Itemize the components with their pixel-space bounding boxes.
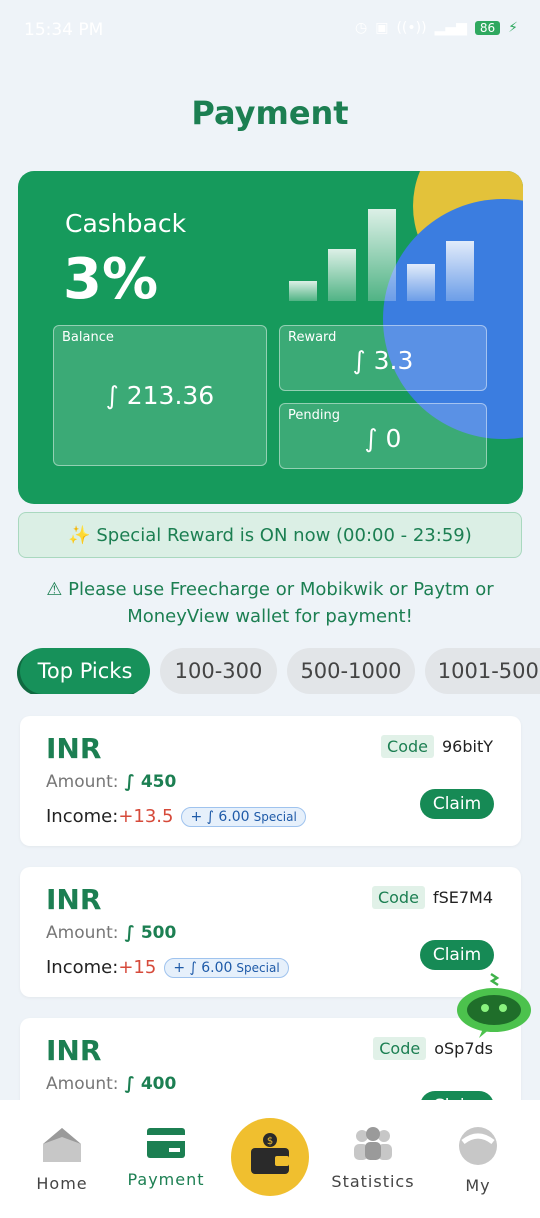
tab-100-300[interactable]: 100-300 (160, 648, 277, 694)
cashback-value: 3% (63, 247, 159, 312)
order-amount: Amount: ∫ 500 (46, 923, 177, 943)
order-income: Income: +13.5 + ∫ 6.00 Special (46, 806, 306, 827)
status-bar: 15:34 PM ◷ ▣ ((•)) ▂▄▆ 86 ⚡ (0, 0, 540, 62)
reward-tile: Reward ∫ 3.3 (279, 325, 487, 391)
tab-top-picks[interactable]: Top Picks (20, 648, 150, 694)
order-amount: Amount: ∫ 400 (46, 1074, 177, 1094)
order-income: Income: +15 + ∫ 6.00 Special (46, 957, 289, 978)
charging-icon: ⚡ (508, 20, 518, 36)
special-reward-banner: ✨ Special Reward is ON now (00:00 - 23:5… (18, 512, 522, 558)
battery-icon: 86 (474, 21, 501, 35)
profile-icon (459, 1127, 497, 1165)
nav-home[interactable]: Home (17, 1126, 107, 1193)
cashback-card: Cashback 3% Balance ∫ 213.36 Reward ∫ 3.… (18, 171, 523, 504)
order-currency: INR (46, 1034, 102, 1067)
bar-graphic-bar (368, 209, 396, 301)
balance-label: Balance (62, 330, 114, 345)
order-currency: INR (46, 883, 102, 916)
bar-graphic-icon (289, 209, 479, 301)
status-time: 15:34 PM (24, 20, 104, 40)
special-badge: + ∫ 6.00 Special (164, 957, 289, 978)
wallet-action-button[interactable]: $ (231, 1118, 309, 1196)
order-card: INR Amount: ∫ 450 Income: +13.5 + ∫ 6.00 Sp… (20, 716, 521, 846)
bar-graphic-bar (289, 281, 317, 301)
bar-graphic-bar (446, 241, 474, 301)
special-badge: + ∫ 6.00 Special (181, 806, 306, 827)
bar-graphic-bar (328, 249, 356, 301)
tab-500-1000[interactable]: 500-1000 (287, 648, 415, 694)
balance-value: ∫ 213.36 (105, 381, 215, 410)
nfc-icon: ▣ (375, 20, 389, 36)
order-currency: INR (46, 732, 102, 765)
nav-my[interactable]: My (433, 1126, 523, 1195)
filter-tabs: Top Picks 100-300 500-1000 1001-5000 (17, 648, 540, 694)
home-icon (43, 1128, 81, 1162)
claim-button[interactable]: Claim (420, 789, 494, 819)
wallet-notice: ⚠ Please use Freecharge or Mobikwik or P… (46, 579, 494, 627)
nav-statistics[interactable]: Statistics (328, 1126, 418, 1191)
robot-assistant-icon[interactable] (455, 972, 533, 1042)
page-title: Payment (191, 94, 349, 132)
order-card: INR Amount: ∫ 500 Income: +15 + ∫ 6.00 Spec… (20, 867, 521, 997)
signal-icon: ▂▄▆ (434, 20, 467, 36)
pending-label: Pending (288, 408, 340, 423)
pending-tile: Pending ∫ 0 (279, 403, 487, 469)
alarm-icon: ◷ (355, 20, 368, 36)
card-icon (147, 1128, 185, 1158)
nav-payment[interactable]: Payment (121, 1126, 211, 1189)
balance-tile: Balance ∫ 213.36 (53, 325, 267, 466)
reward-value: ∫ 3.3 (352, 346, 414, 375)
wifi-icon: ((•)) (396, 20, 427, 36)
pending-value: ∫ 0 (364, 424, 402, 453)
status-icons: ◷ ▣ ((•)) ▂▄▆ 86 ⚡ (355, 20, 518, 36)
people-icon (354, 1127, 392, 1160)
wallet-icon: $ (251, 1133, 289, 1174)
bottom-nav: Home Payment $ Statistics My (0, 1100, 540, 1218)
tab-1001-5000[interactable]: 1001-5000 (425, 648, 540, 694)
reward-label: Reward (288, 330, 337, 345)
order-amount: Amount: ∫ 450 (46, 772, 177, 792)
claim-button[interactable]: Claim (420, 940, 494, 970)
svg-text:$: $ (267, 1136, 273, 1147)
bar-graphic-bar (407, 264, 435, 301)
order-code: Code 96bitY (381, 735, 493, 758)
cashback-label: Cashback (65, 209, 187, 238)
order-code: Code fSE7M4 (371, 886, 493, 909)
